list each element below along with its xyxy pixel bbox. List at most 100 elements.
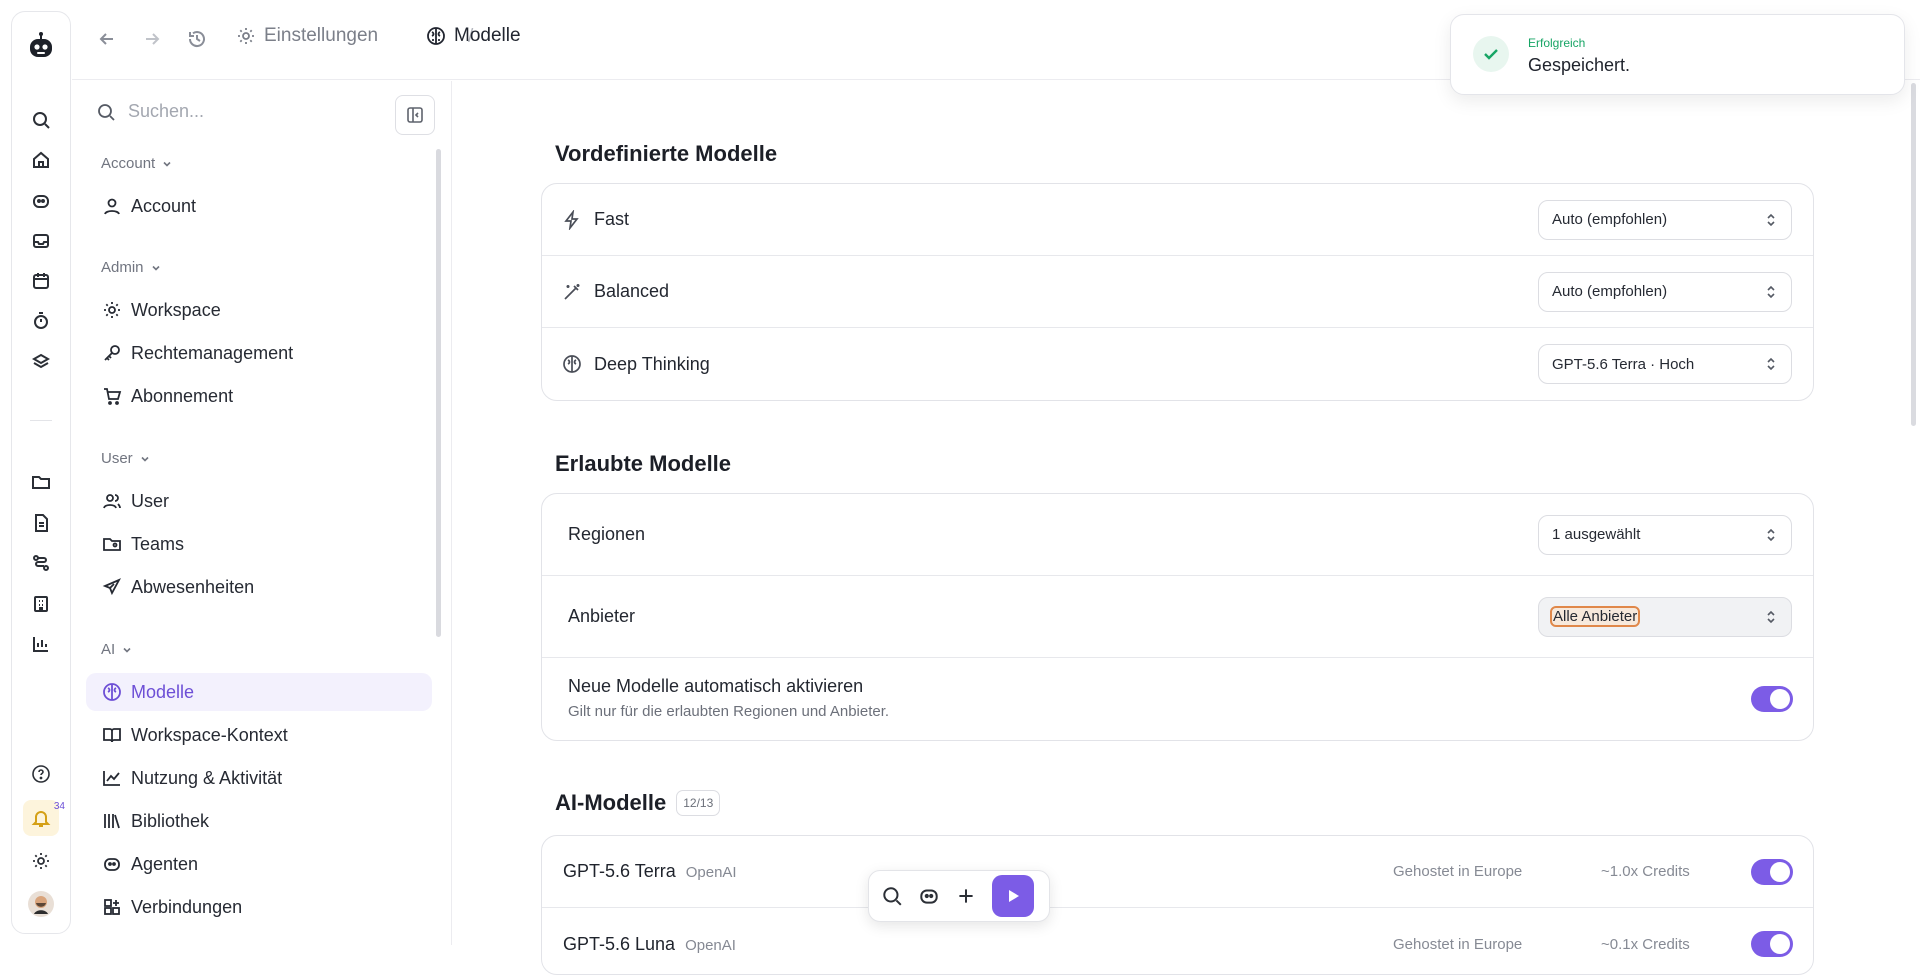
sidebar-item-label: Agenten	[131, 853, 199, 874]
group-ai[interactable]: AI	[101, 641, 133, 658]
breadcrumb-settings[interactable]: Einstellungen	[236, 25, 378, 47]
sidebar-item-teams[interactable]: Teams	[86, 525, 432, 563]
model-name-wrap: GPT-5.6 Luna OpenAI	[563, 934, 736, 955]
group-account[interactable]: Account	[101, 155, 173, 172]
gear-icon	[102, 300, 122, 320]
home-icon[interactable]	[23, 142, 59, 178]
play-button[interactable]	[992, 875, 1034, 917]
sidebar-item-label: Modelle	[131, 681, 195, 702]
predefined-models-card: Fast Auto (empfohlen) Balanced Auto (emp…	[541, 183, 1814, 401]
chevron-down-icon	[121, 644, 133, 656]
model-name: GPT-5.6 Terra	[563, 861, 676, 881]
success-toast: Erfolgreich Gespeichert.	[1450, 14, 1905, 95]
building-icon[interactable]	[23, 586, 59, 622]
sidebar-scrollbar[interactable]	[436, 149, 441, 637]
sidebar-item-modelle[interactable]: Modelle	[86, 673, 432, 711]
model-credits: ~0.1x Credits	[1601, 935, 1690, 953]
group-admin[interactable]: Admin	[101, 259, 162, 276]
key-icon	[102, 343, 122, 363]
providers-select[interactable]: Alle Anbieter	[1538, 596, 1792, 637]
sidebar-item-abwesenheiten[interactable]: Abwesenheiten	[86, 568, 432, 606]
chevron-down-icon	[139, 453, 151, 465]
gear-icon	[236, 26, 256, 46]
search-input[interactable]: Suchen...	[128, 101, 204, 122]
row-label: Neue Modelle automatisch aktivieren	[568, 676, 864, 696]
deep-thinking-model-select[interactable]: GPT-5.6 Terra · Hoch	[1538, 344, 1792, 384]
agent-icon[interactable]	[916, 883, 942, 909]
chart-icon[interactable]	[23, 626, 59, 662]
model-hosting: Gehostet in Europe	[1393, 935, 1523, 953]
brain-icon	[426, 26, 446, 46]
page-scrollbar[interactable]	[1911, 83, 1916, 426]
back-arrow-icon[interactable]	[92, 24, 122, 54]
select-value: Auto (empfohlen)	[1552, 283, 1668, 300]
regions-select[interactable]: 1 ausgewählt	[1538, 514, 1792, 555]
model-toggle[interactable]	[1751, 858, 1793, 885]
sidebar-item-agenten[interactable]: Agenten	[86, 845, 432, 883]
lightning-icon	[562, 209, 582, 230]
sidebar-item-abonnement[interactable]: Abonnement	[86, 377, 432, 415]
history-icon[interactable]	[182, 24, 212, 54]
sidebar-item-user[interactable]: User	[86, 482, 432, 520]
allowed-row-auto-activate: Neue Modelle automatisch aktivieren Gilt…	[542, 658, 1813, 740]
sidebar-search[interactable]: Suchen...	[96, 101, 204, 122]
layers-icon[interactable]	[23, 344, 59, 380]
allowed-row-providers: Anbieter Alle Anbieter	[542, 576, 1813, 658]
sidebar-item-verbindungen[interactable]: Verbindungen	[86, 888, 432, 926]
section-title-allowed: Erlaubte Modelle	[555, 451, 731, 477]
model-provider: OpenAI	[685, 864, 737, 881]
breadcrumb-label: Einstellungen	[264, 25, 379, 46]
group-title: User	[101, 450, 133, 467]
avatar[interactable]	[23, 886, 59, 922]
bell-icon[interactable]: 34	[23, 800, 65, 836]
line-chart-icon	[102, 768, 122, 788]
inbox-icon[interactable]	[23, 223, 59, 259]
section-title-text: Erlaubte Modelle	[555, 451, 732, 476]
model-credits: ~1.0x Credits	[1601, 863, 1690, 880]
brain-icon	[102, 682, 122, 702]
model-row: GPT-5.6 Terra OpenAI Gehostet in Europe ~…	[542, 836, 1813, 908]
sidebar-item-account[interactable]: Account	[86, 187, 432, 225]
gear-icon[interactable]	[23, 843, 59, 879]
row-label: Balanced	[594, 281, 670, 301]
model-toggle[interactable]	[1751, 931, 1793, 957]
help-icon[interactable]	[23, 756, 59, 792]
search-icon[interactable]	[23, 102, 59, 138]
icon-rail: 34	[11, 11, 71, 934]
sidebar-item-label: Bibliothek	[131, 810, 210, 831]
chevron-updown-icon	[1763, 212, 1779, 228]
model-hosting: Gehostet in Europe	[1393, 863, 1523, 880]
sidebar-item-rechtemanagement[interactable]: Rechtemanagement	[86, 334, 432, 372]
collapse-sidebar-button[interactable]	[395, 95, 435, 135]
auto-activate-toggle[interactable]	[1751, 686, 1793, 712]
fast-model-select[interactable]: Auto (empfohlen)	[1538, 199, 1792, 240]
search-icon[interactable]	[879, 883, 905, 909]
plus-icon[interactable]	[953, 883, 979, 909]
row-label: Anbieter	[568, 606, 636, 626]
ai-models-card: GPT-5.6 Terra OpenAI Gehostet in Europe ~…	[541, 835, 1814, 975]
workflow-icon[interactable]	[23, 545, 59, 581]
folder-icon[interactable]	[23, 464, 59, 500]
balanced-model-select[interactable]: Auto (empfohlen)	[1538, 271, 1792, 312]
sidebar-item-nutzung[interactable]: Nutzung & Aktivität	[86, 759, 432, 797]
model-provider: OpenAI	[685, 936, 736, 954]
calendar-icon[interactable]	[23, 263, 59, 299]
select-value: GPT-5.6 Terra · Hoch	[1552, 355, 1695, 373]
timer-icon[interactable]	[23, 303, 59, 339]
sidebar-item-label: Teams	[131, 533, 185, 554]
select-value: Alle Anbieter	[1549, 606, 1641, 627]
sidebar-collapse-icon	[406, 106, 424, 124]
count-badge: 12/13	[676, 790, 721, 816]
agent-icon[interactable]	[23, 183, 59, 219]
robot-logo-icon[interactable]	[23, 28, 59, 64]
play-icon	[1005, 888, 1021, 904]
sidebar-item-workspace-kontext[interactable]: Workspace-Kontext	[86, 716, 432, 754]
folder-users-icon	[102, 534, 122, 554]
group-user[interactable]: User	[101, 450, 151, 467]
model-name: GPT-5.6 Luna	[563, 933, 676, 954]
forward-arrow-icon[interactable]	[137, 24, 167, 54]
sidebar-item-workspace[interactable]: Workspace	[86, 291, 432, 329]
model-row: GPT-5.6 Luna OpenAI Gehostet in Europe ~0…	[542, 908, 1813, 974]
sidebar-item-bibliothek[interactable]: Bibliothek	[86, 802, 432, 840]
document-icon[interactable]	[23, 505, 59, 541]
